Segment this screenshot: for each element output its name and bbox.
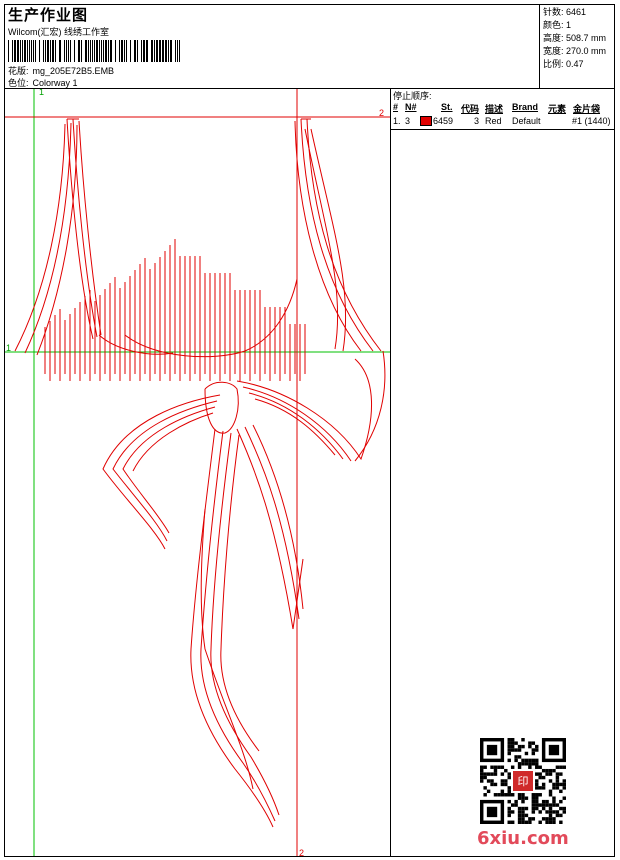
color-swatch — [420, 116, 432, 126]
row-stitches: 6459 — [433, 116, 454, 126]
seal-text: 印 — [518, 775, 529, 788]
design-file-value: mg_205E72B5.EMB — [32, 66, 115, 76]
stop-sequence-title: 停止顺序: — [393, 91, 432, 101]
width-value: 270.0 mm — [566, 46, 607, 56]
header-divider-vertical — [539, 4, 540, 88]
fringe-stitches — [44, 239, 306, 381]
col-header-code: 代码 — [461, 104, 480, 114]
col-header-brand: Brand — [512, 102, 539, 112]
panel-divider — [390, 88, 391, 857]
watermark-logo: 6xiu.com — [477, 828, 569, 849]
colors-value: 1 — [566, 20, 572, 30]
row-index: 1. — [393, 116, 401, 126]
software-subtitle: Wilcom(汇宏) 线绣工作室 — [8, 27, 109, 37]
stitches-stat: 针数: 6461 — [543, 7, 587, 17]
panel-underline — [391, 129, 615, 130]
design-file-label: 花版: — [8, 66, 29, 76]
embroidery-preview: 1 1 2 2 — [5, 89, 390, 856]
col-header-needle: N# — [405, 102, 417, 112]
scale-value: 0.47 — [566, 59, 584, 69]
col-header-element: 元素 — [548, 104, 567, 114]
page-title: 生产作业图 — [8, 7, 89, 24]
col-header-index: # — [393, 102, 399, 112]
colors-stat: 颜色: 1 — [543, 20, 572, 30]
height-stat: 高度: 508.7 mm — [543, 33, 607, 43]
width-stat: 宽度: 270.0 mm — [543, 46, 607, 56]
row-code: 3 — [474, 116, 480, 126]
embroidery-stitches — [14, 118, 386, 828]
height-value: 508.7 mm — [566, 33, 607, 43]
barcode-icon — [8, 40, 180, 62]
green-guide-label-left: 1 — [6, 343, 11, 353]
stats-box: 针数: 6461 颜色: 1 高度: 508.7 mm 宽度: 270.0 mm… — [543, 6, 615, 71]
row-needle: 3 — [405, 116, 411, 126]
colorway-label: 色位: — [8, 78, 29, 88]
red-guide-label-right: 2 — [379, 108, 384, 118]
row-element: #1 (1440) — [572, 116, 611, 126]
row-brand: Default — [512, 116, 541, 126]
scale-stat: 比例: 0.47 — [543, 59, 584, 69]
row-description: Red — [485, 116, 502, 126]
qr-code-icon: 印 — [480, 738, 566, 824]
red-guide-label-bottom: 2 — [299, 848, 304, 856]
stop-sequence-panel: 停止顺序: # N# St. 代码 描述 Brand 元素 金片袋 1. 3 6… — [391, 89, 615, 129]
col-header-description: 描述 — [485, 104, 504, 114]
stitches-value: 6461 — [566, 7, 587, 17]
col-header-stitches: St. — [441, 102, 453, 112]
col-header-sequin: 金片袋 — [573, 104, 601, 114]
qr-code: 印 — [480, 738, 566, 824]
header-info: 生产作业图 Wilcom(汇宏) 线绣工作室 花版: mg_205E72B5.EM… — [6, 4, 536, 88]
colorway-value: Colorway 1 — [32, 78, 78, 88]
green-guide-label-top: 1 — [39, 89, 44, 97]
